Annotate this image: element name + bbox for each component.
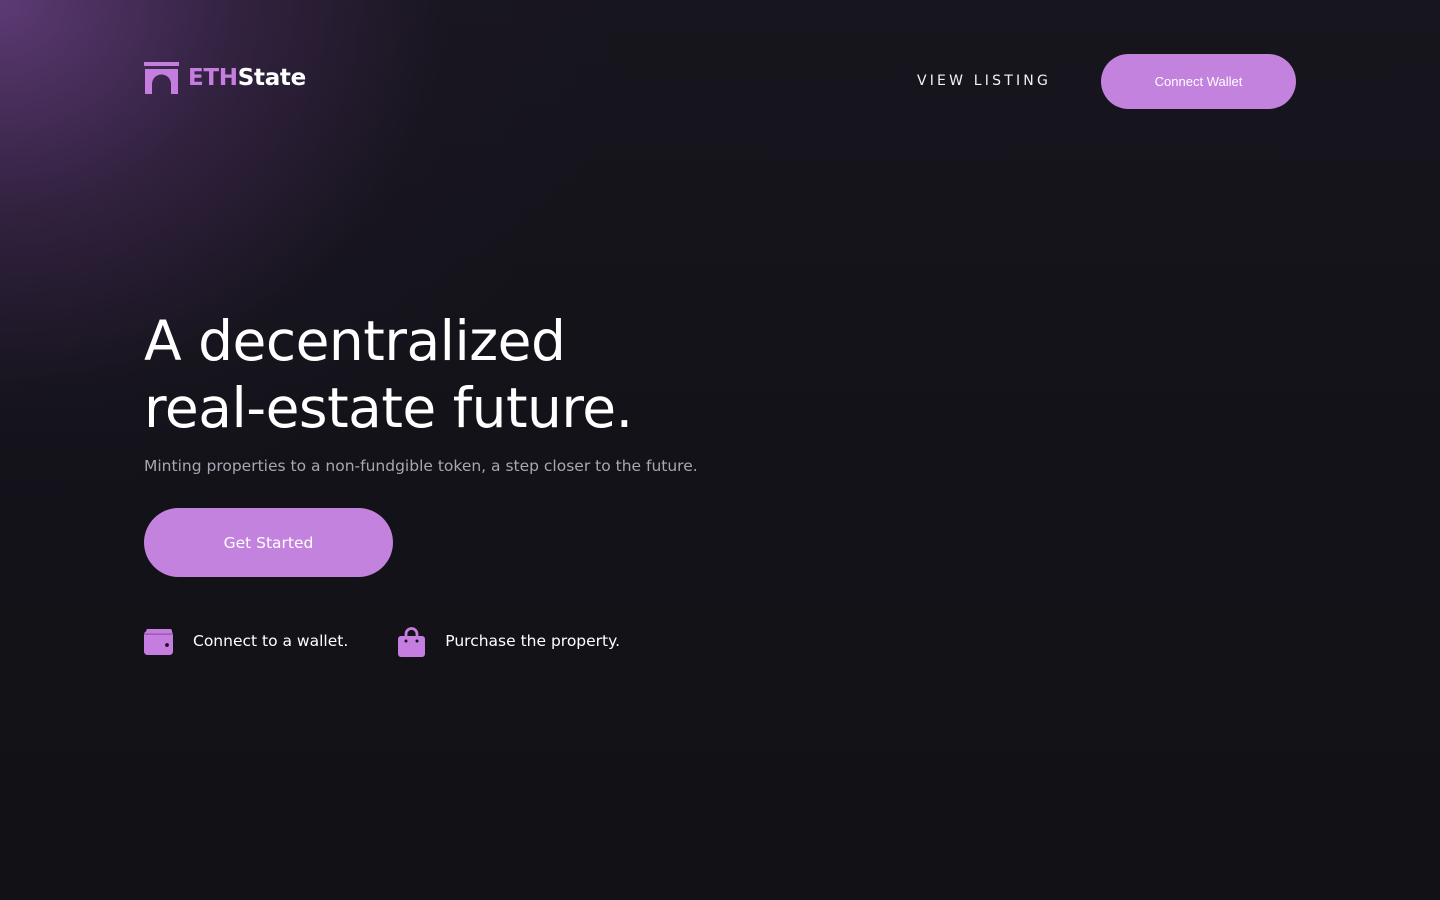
hero-section: A decentralized real-estate future. Mint… [144,308,844,577]
hero-title-line-2: real-estate future. [144,376,633,440]
connect-wallet-button[interactable]: Connect Wallet [1101,54,1296,109]
feature-item-purchase: Purchase the property. [398,626,620,657]
hero-subtitle: Minting properties to a non-fundgible to… [144,457,698,475]
site-header: ETHState VIEW LISTING Connect Wallet [144,54,1296,109]
hero-title: A decentralized real-estate future. [144,308,844,442]
feature-list: Connect to a wallet. Purchase the proper… [144,625,620,657]
hero-title-line-1: A decentralized [144,309,566,373]
feature-item-wallet: Connect to a wallet. [144,628,348,655]
view-listing-link[interactable]: VIEW LISTING [917,70,1051,92]
brand-name-state: State [237,65,306,91]
feature-label-purchase: Purchase the property. [445,632,621,650]
brand-name-eth: ETH [188,65,238,91]
building-arch-icon [144,62,179,94]
shopping-bag-icon [398,626,426,657]
brand-logo[interactable]: ETHState [144,62,306,94]
feature-label-wallet: Connect to a wallet. [193,632,349,650]
wallet-icon [144,628,173,655]
get-started-button[interactable]: Get Started [144,508,393,577]
brand-name: ETHState [188,62,306,94]
